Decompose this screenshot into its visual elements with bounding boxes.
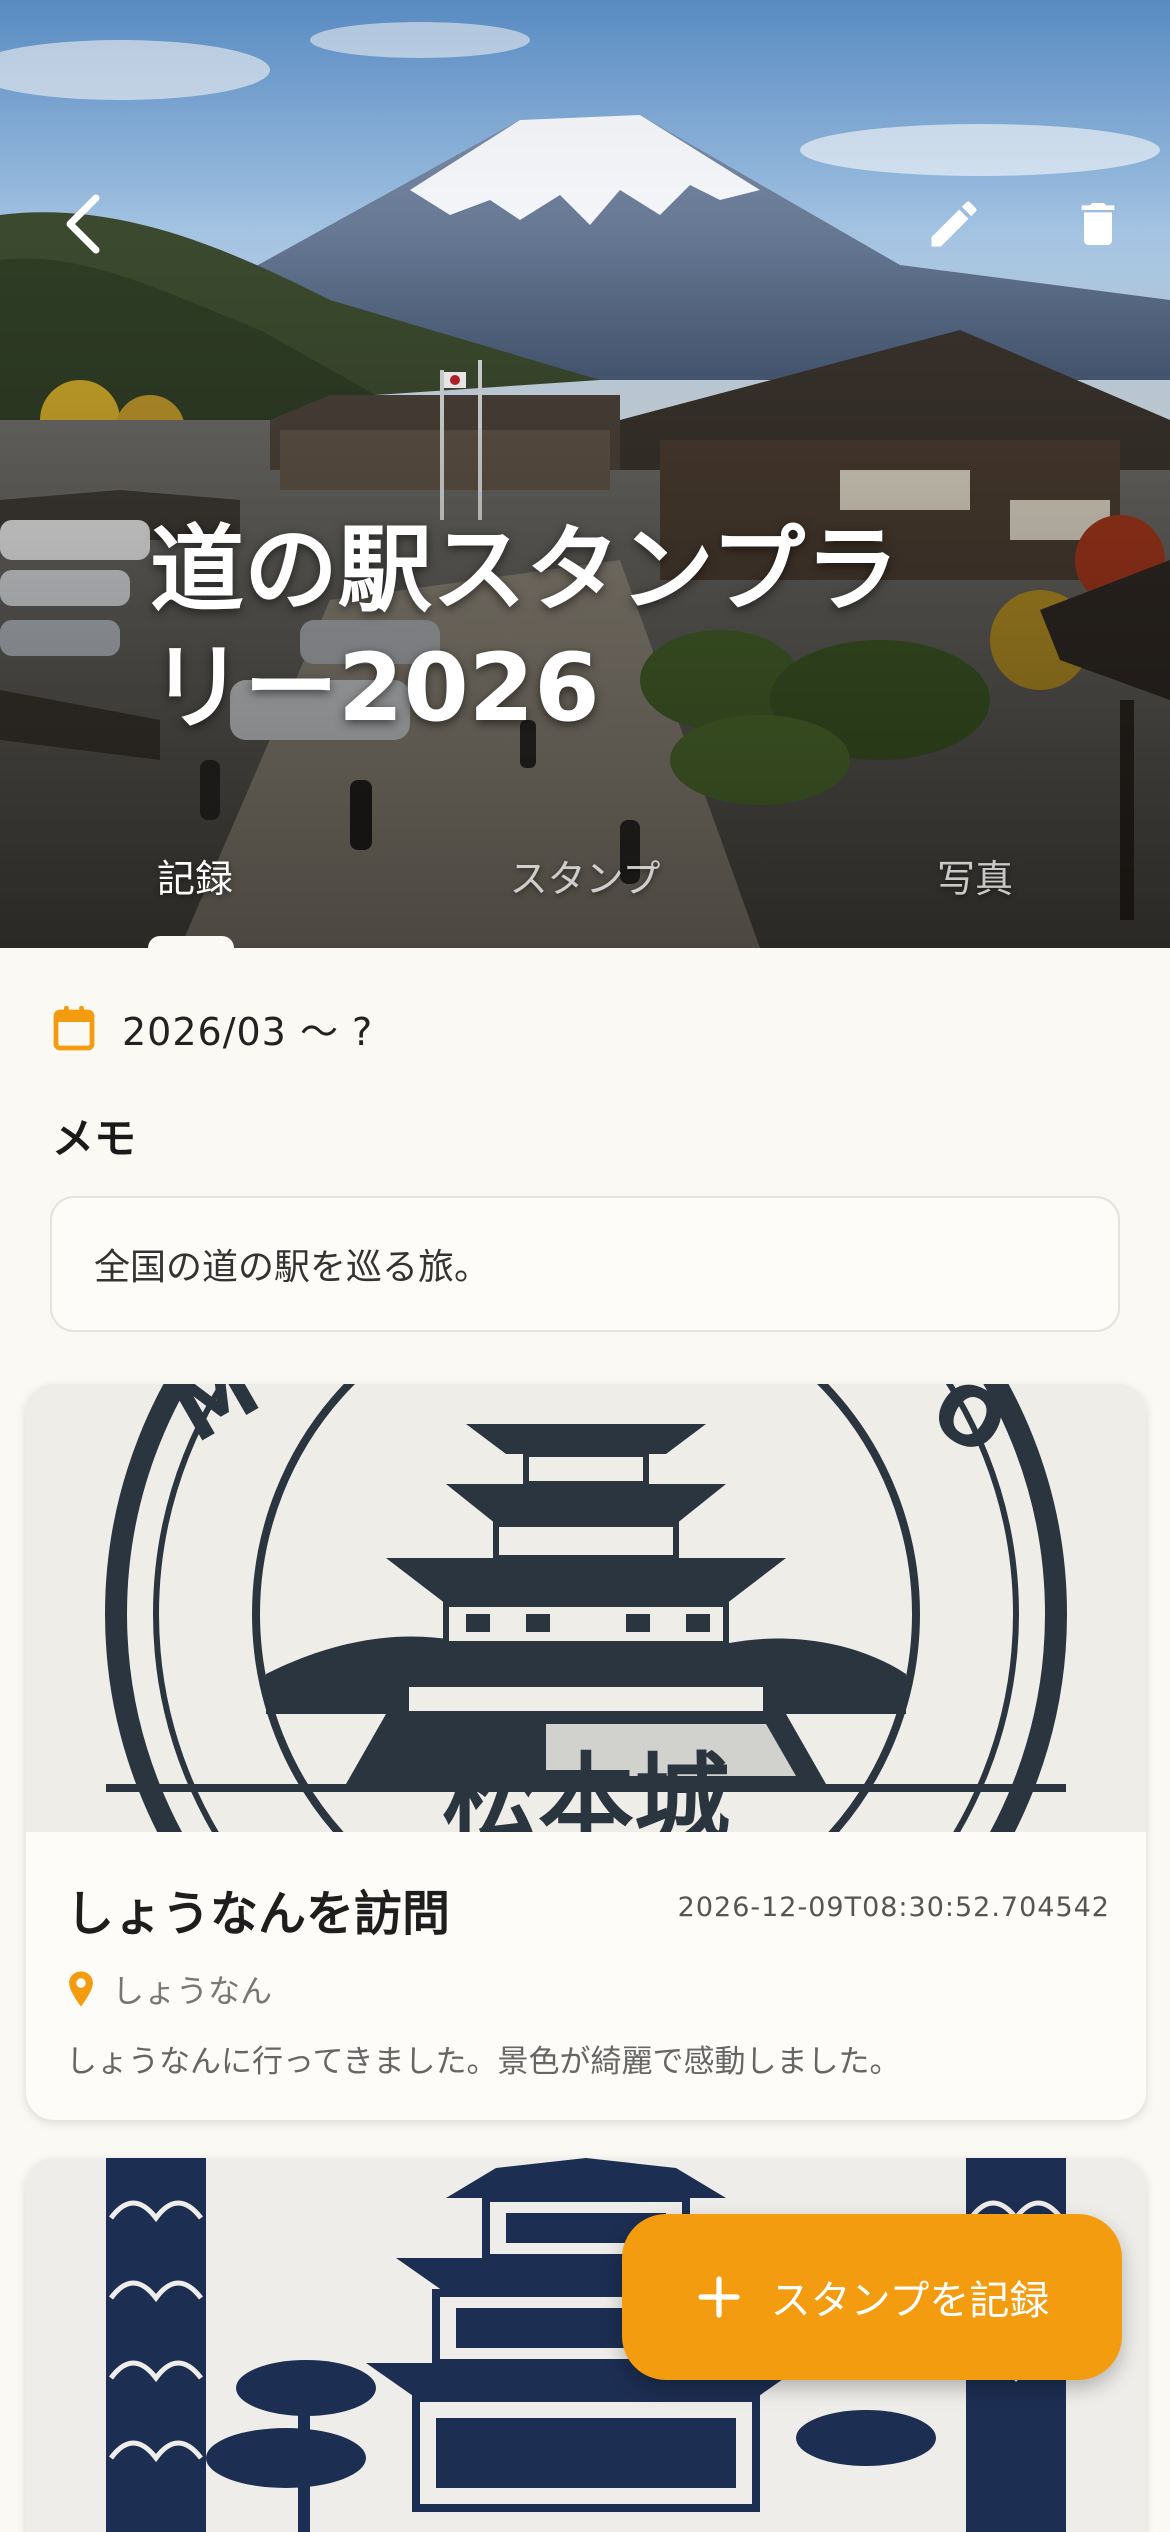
trip-title: 道の駅スタンプラリー2026 xyxy=(150,516,900,743)
calendar-icon xyxy=(53,1006,95,1051)
hero-header: 道の駅スタンプラリー2026 記録 スタンプ 写真 xyxy=(0,0,1170,948)
trip-detail-screen: 道の駅スタンプラリー2026 記録 スタンプ 写真 2026/03 〜 ? メモ… xyxy=(0,0,1170,2532)
edit-button[interactable] xyxy=(906,176,1002,272)
castle-stamp-illustration: M O 松本城 xyxy=(26,1384,1146,1832)
date-range-row: 2026/03 〜 ? xyxy=(52,996,373,1060)
memo-heading: メモ xyxy=(52,1114,137,1163)
hero-overlay xyxy=(0,0,1170,948)
record-location: しょうなん xyxy=(112,1972,273,2010)
trash-icon xyxy=(1081,203,1115,245)
stamp-image: M O 松本城 xyxy=(26,1384,1146,1832)
record-card[interactable]: M O 松本城 しょうなんを訪問 2026-12-09T08:30:52.704… xyxy=(26,1384,1146,2120)
tab-bar: 記録 スタンプ 写真 xyxy=(0,830,1170,948)
record-timestamp: 2026-12-09T08:30:52.704542 xyxy=(677,1892,1110,1923)
record-location-row: しょうなん xyxy=(66,1966,272,2012)
plus-icon xyxy=(697,2276,740,2318)
active-tab-indicator xyxy=(148,936,234,948)
stamp-label: 松本城 xyxy=(442,1743,730,1832)
memo-box: 全国の道の駅を巡る旅。 xyxy=(50,1196,1120,1332)
tab-stamps[interactable]: スタンプ xyxy=(390,830,780,948)
delete-button[interactable] xyxy=(1050,176,1146,272)
back-button[interactable] xyxy=(36,176,132,272)
tab-photos[interactable]: 写真 xyxy=(780,830,1170,948)
tab-records[interactable]: 記録 xyxy=(0,830,390,948)
record-title: しょうなんを訪問 xyxy=(66,1886,451,1942)
chevron-left-icon xyxy=(66,194,100,254)
record-stamp-fab[interactable]: スタンプを記録 xyxy=(622,2214,1122,2380)
fab-label: スタンプを記録 xyxy=(770,2278,1050,2324)
date-range-text: 2026/03 〜 ? xyxy=(122,1009,374,1054)
location-pin-icon xyxy=(69,1971,93,2007)
memo-text: 全国の道の駅を巡る旅。 xyxy=(94,1247,491,1288)
record-description: しょうなんに行ってきました。景色が綺麗で感動しました。 xyxy=(66,2044,901,2080)
pencil-icon xyxy=(931,201,977,247)
